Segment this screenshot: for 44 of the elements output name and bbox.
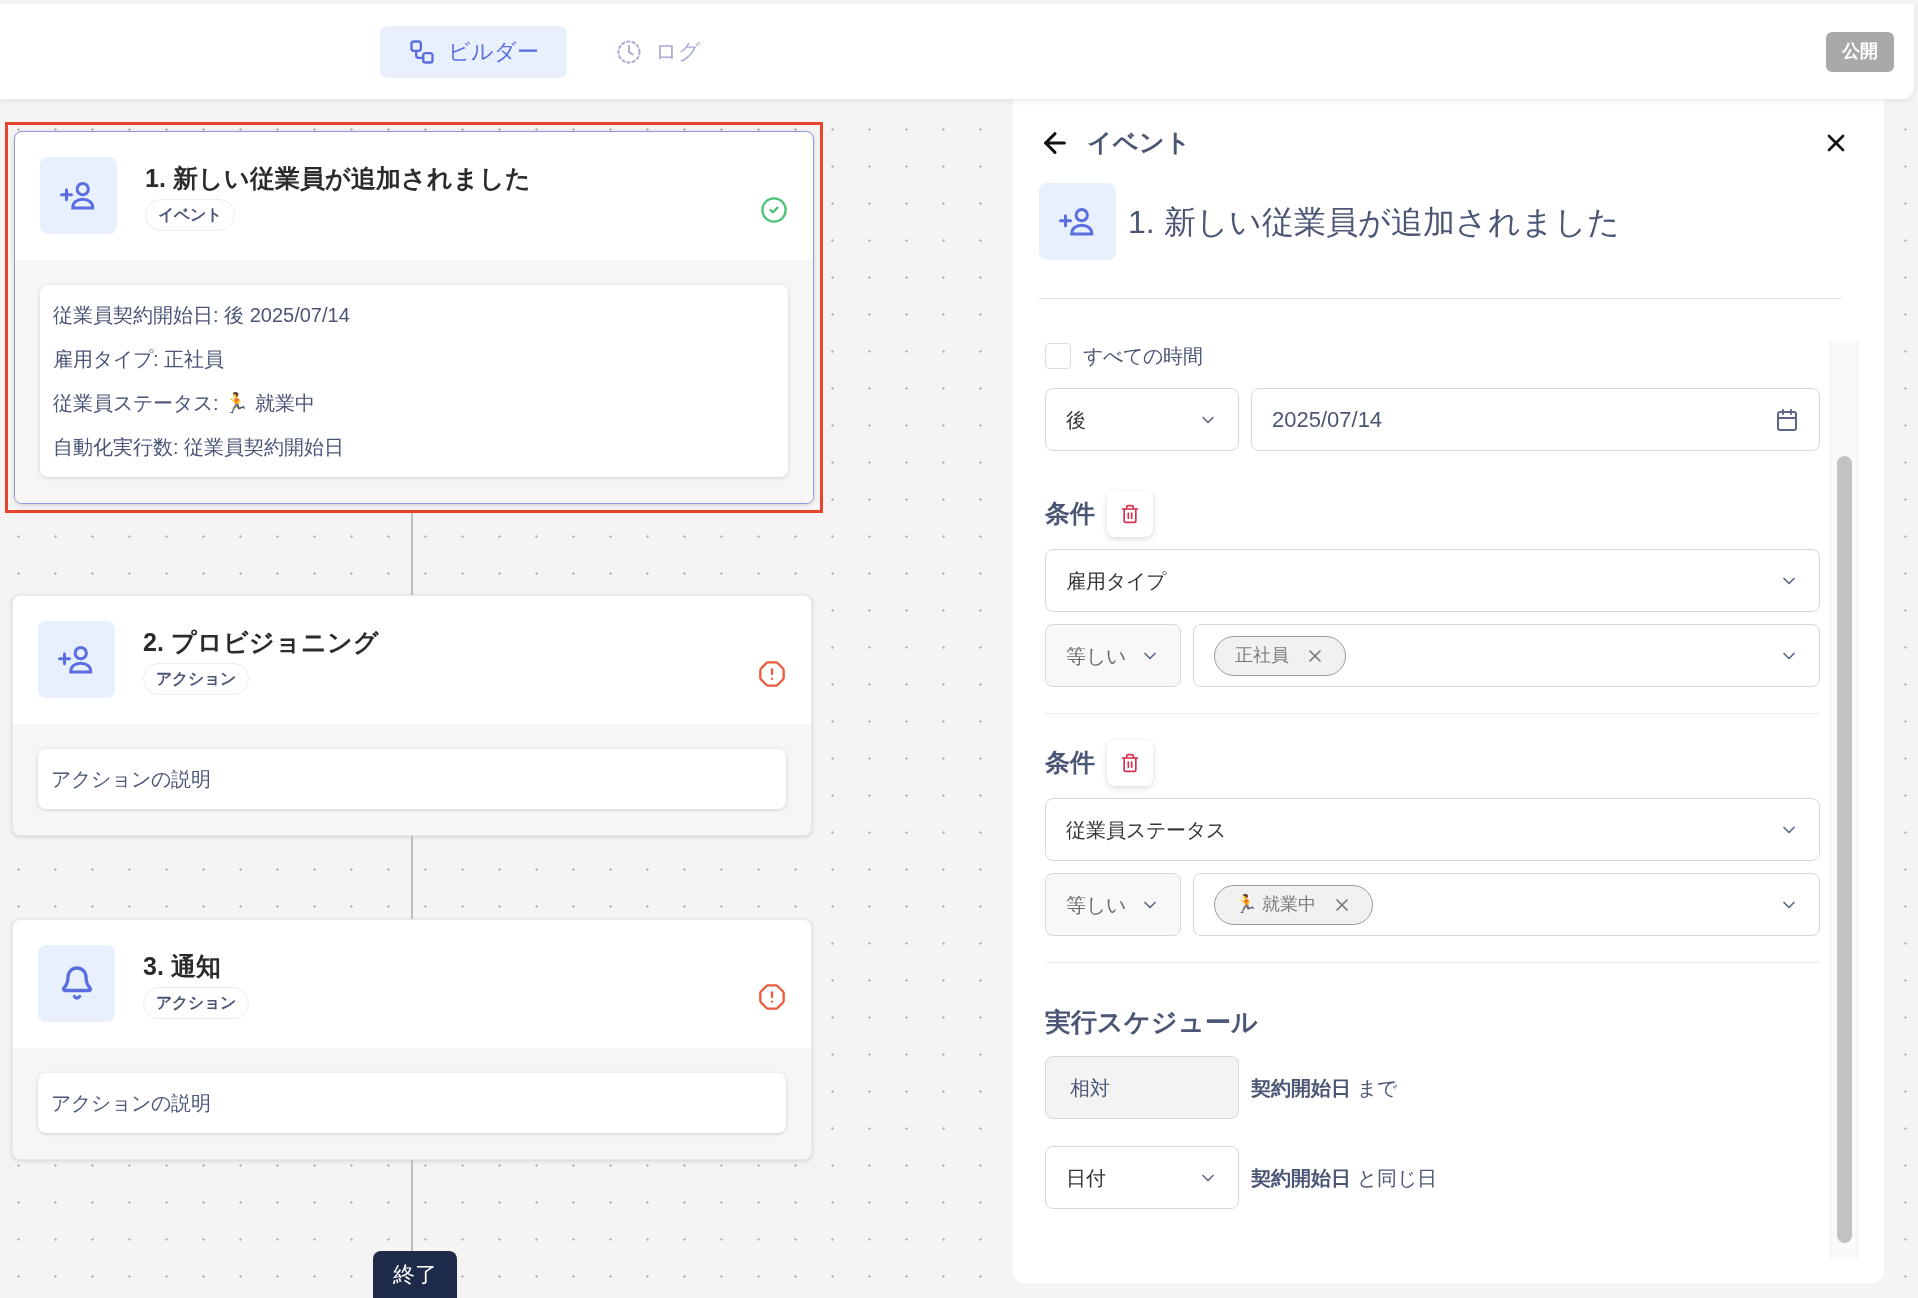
panel-header-title: イベント xyxy=(1087,127,1191,159)
step-detail-text: 従業員契約開始日: 後 2025/07/14 xyxy=(53,303,351,328)
step-detail-text: 従業員ステータス: 🏃 就業中 xyxy=(53,391,316,416)
timing-select[interactable]: 後 xyxy=(1045,388,1239,451)
value-select[interactable]: 正社員 xyxy=(1193,624,1820,687)
trash-icon xyxy=(1120,504,1140,524)
tab[interactable]: ビルダー xyxy=(380,25,567,78)
schedule-select[interactable]: 日付 xyxy=(1045,1146,1239,1209)
schedule-mode-field: 相対 xyxy=(1045,1056,1239,1119)
value-select[interactable]: 🏃 就業中 xyxy=(1193,873,1820,936)
step-title: 3. 通知 xyxy=(143,950,222,982)
step-detail-text: 自動化実行数: 従業員契約開始日 xyxy=(53,435,346,460)
step-title: 2. プロビジョニング xyxy=(143,627,380,659)
schedule-description: 契約開始日 と同じ日 xyxy=(1251,1165,1437,1191)
workflow-icon xyxy=(408,37,436,66)
scrollbar-thumb[interactable] xyxy=(1836,456,1852,1243)
step-card[interactable]: 1. 新しい従業員が追加されました イベント 従業員契約開始日: 後 2025/07/14 雇用タイプ: 正社員 従業員ステータス: 🏃 就業中 自動化実行数: 従業員契約開始日 xyxy=(14,131,814,504)
all-time-label: すべての時間 xyxy=(1083,344,1203,369)
calendar-icon[interactable] xyxy=(1775,407,1799,432)
condition-heading: 条件 xyxy=(1045,498,1095,530)
step-card[interactable]: 2. プロビジョニング アクション アクションの説明 xyxy=(12,595,812,837)
step-detail-text: アクションの説明 xyxy=(51,767,212,793)
condition-field-select[interactable]: 雇用タイプ xyxy=(1045,549,1820,612)
event-title: 1. 新しい従業員が追加されました xyxy=(1128,202,1620,242)
all-time-checkbox[interactable] xyxy=(1045,343,1071,369)
step-title: 1. 新しい従業員が追加されました xyxy=(145,163,532,194)
value-chip: 正社員 xyxy=(1214,635,1346,676)
condition-field-select[interactable]: 従業員ステータス xyxy=(1045,798,1820,861)
delete-button[interactable] xyxy=(1107,740,1153,786)
condition-heading: 条件 xyxy=(1045,747,1095,779)
operator-select[interactable]: 等しい xyxy=(1045,624,1181,687)
step-card[interactable]: 3. 通知 アクション アクションの説明 xyxy=(12,918,812,1160)
schedule-description: 契約開始日 まで xyxy=(1251,1075,1397,1101)
end-button[interactable]: 終了 xyxy=(373,1250,457,1298)
date-field[interactable]: 2025/07/14 xyxy=(1251,388,1820,451)
delete-button[interactable] xyxy=(1107,491,1153,537)
trash-icon xyxy=(1120,753,1140,773)
clock-icon xyxy=(615,37,643,66)
value-chip: 🏃 就業中 xyxy=(1214,884,1373,925)
schedule-heading: 実行スケジュール xyxy=(1045,1006,1259,1039)
step-detail-text: 雇用タイプ: 正社員 xyxy=(53,347,226,372)
step-detail-text: アクションの説明 xyxy=(51,1090,212,1116)
scrollbar[interactable] xyxy=(1830,341,1858,1258)
operator-select[interactable]: 等しい xyxy=(1045,873,1181,936)
